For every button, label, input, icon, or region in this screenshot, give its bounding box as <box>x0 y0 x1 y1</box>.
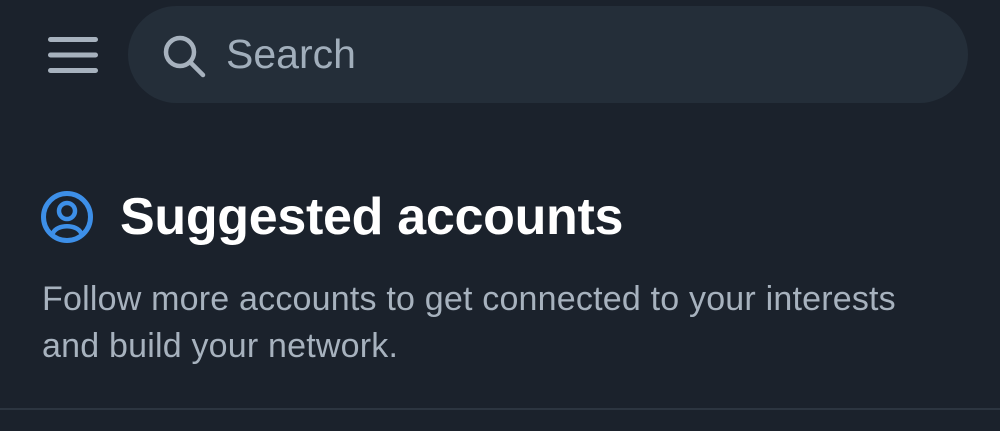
search-bar[interactable] <box>128 6 968 103</box>
menu-button[interactable] <box>40 30 106 80</box>
divider <box>0 408 1000 410</box>
section-title: Suggested accounts <box>120 188 624 246</box>
section-description: Follow more accounts to get connected to… <box>42 280 896 365</box>
top-bar <box>0 0 1000 110</box>
suggested-accounts-header: Suggested accounts <box>40 186 623 248</box>
search-input[interactable] <box>226 24 926 84</box>
hamburger-menu-icon <box>48 37 98 73</box>
search-icon <box>163 35 206 78</box>
account-circle-icon <box>41 191 93 243</box>
